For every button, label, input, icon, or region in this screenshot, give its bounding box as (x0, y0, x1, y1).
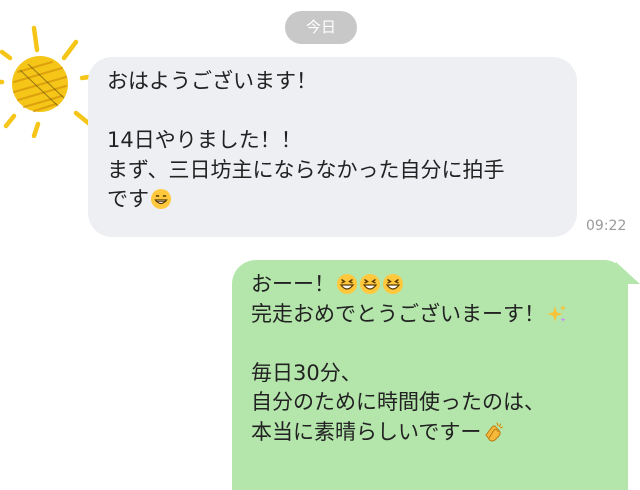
message-line: まず、三日坊主にならなかった自分に拍手 (107, 157, 505, 182)
bubble-tail (616, 262, 640, 284)
message-text: おーー！ (251, 272, 335, 296)
grinning-face-icon (150, 188, 172, 210)
message-line (107, 97, 577, 127)
message-line (251, 329, 628, 359)
grinning-squinting-face-icon (336, 273, 358, 295)
message-text: 本当に素晴らしいですー (251, 419, 482, 444)
message-line: おはようございます！ (107, 69, 317, 93)
grinning-squinting-face-icon (382, 273, 404, 295)
message-text: です (107, 187, 149, 211)
grinning-squinting-face-icon (359, 273, 381, 295)
message-timestamp: 09:22 (586, 218, 627, 234)
incoming-message-bubble[interactable]: おはようございます！ 14日やりました！！ まず、三日坊主にならなかった自分に拍… (88, 57, 577, 237)
message-line-with-emoji: 本当に素晴らしいですー (251, 418, 628, 448)
clapping-hands-icon (482, 421, 504, 443)
message-line-with-emoji: 完走おめでとうございまーす！ (251, 300, 628, 330)
message-line-with-emoji: おーー！ (251, 270, 628, 300)
outgoing-message-bubble[interactable]: おーー！ 完走おめでとうございまーす！ 毎日30分、 自分のために時間使ったのは… (232, 260, 628, 490)
message-line: 毎日30分、 (251, 360, 362, 385)
date-separator: 今日 (285, 11, 357, 44)
message-line: 14日やりました！！ (107, 128, 302, 152)
message-text: 完走おめでとうございまーす！ (251, 301, 545, 326)
message-line: 自分のために時間使ったのは、 (251, 390, 545, 414)
sparkles-icon (546, 303, 568, 325)
message-line-with-emoji: です (107, 185, 577, 215)
